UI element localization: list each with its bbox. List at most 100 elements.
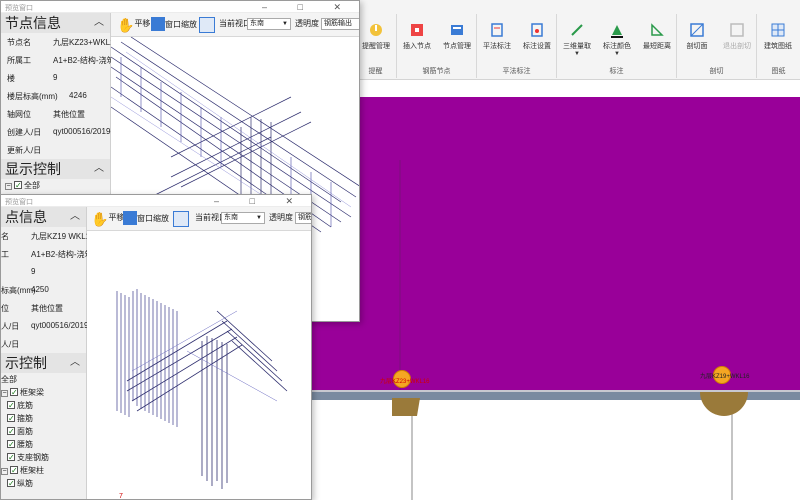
marking-color-button[interactable]: 标注颜色 ▼ (597, 22, 637, 57)
tree-item-top-rebar[interactable]: 面筋 (1, 425, 86, 438)
section-plane-icon (690, 23, 704, 37)
annotation-settings-icon (531, 23, 543, 37)
prop-row: 创建人/日 qyt000516/2019-05 (7, 127, 122, 137)
plan-annotation-button[interactable]: 平法标注 (477, 22, 517, 51)
pan-button[interactable]: ✋平移 (91, 211, 124, 228)
drawing-icon (771, 23, 785, 37)
node-info-header[interactable]: 点信息 ︿ (1, 207, 86, 227)
section-plane-button[interactable]: 剖切面 (677, 22, 717, 51)
window-1-toolbar: ✋平移 窗口缩放 当前视口 东南 ▼ 透明度 钢筋输出 (111, 13, 359, 37)
ribbon-group-reminder: 提醒管理 提醒 (355, 14, 397, 78)
zoom-extent-button[interactable] (173, 211, 189, 229)
insert-node-icon (411, 24, 423, 36)
view-select[interactable]: 东南 ▼ (221, 212, 265, 224)
rebar-output-button[interactable]: 钢筋输 (295, 212, 311, 224)
checkbox-icon (7, 438, 15, 451)
chevron-up-icon: ︿ (70, 211, 80, 222)
prop-row: 楼9 (7, 73, 58, 83)
window-zoom-button[interactable]: 窗口缩放 (123, 211, 169, 227)
prop-row: 工 A1+B2-结构-浇筑 (1, 250, 93, 259)
window-1-titlebar[interactable]: 预览窗口 – □ ✕ (1, 1, 359, 13)
tree-item-all[interactable]: 全部 (1, 373, 86, 386)
prop-row: 位其他位置 (1, 304, 63, 313)
tree-item-support-rebar[interactable]: 支座钢筋 (1, 451, 86, 464)
checkbox-icon (7, 425, 15, 438)
checkbox-icon (14, 179, 22, 192)
prop-row: 轴网位 其他位置 (7, 110, 85, 119)
prop-row: 人/日 qyt000516/2019-05 (1, 321, 100, 331)
node-info-header[interactable]: 节点信息 ︿ (1, 13, 110, 33)
prop-row: 人/日 (1, 340, 20, 349)
zoom-extent-button[interactable] (199, 17, 215, 35)
model-viewport[interactable]: 九层KZ23+WKL16 九层KZ19+WKL16 (300, 80, 800, 500)
tree-item-all[interactable]: −全部 (1, 179, 110, 192)
chevron-up-icon: ︿ (70, 357, 80, 368)
prop-row: 9 (31, 267, 36, 276)
architecture-drawing-button[interactable]: 建筑图纸 (758, 22, 798, 51)
zoom-window-icon (151, 17, 165, 31)
magnifier-icon (173, 211, 189, 227)
canvas-overlay (392, 160, 748, 500)
checkbox-icon (7, 412, 15, 425)
exit-section-button[interactable]: 退出剖切 (717, 22, 757, 51)
checkbox-icon (7, 451, 15, 464)
insert-node-button[interactable]: 插入节点 (397, 22, 437, 51)
rebar-output-button[interactable]: 钢筋输出 (321, 18, 359, 30)
measure-3d-icon (571, 24, 583, 36)
window-2-titlebar[interactable]: 预览窗口 – □ ✕ (1, 195, 311, 207)
plan-annotation-icon (491, 23, 503, 37)
display-control-header[interactable]: 示控制 ︿ (1, 353, 86, 373)
footing-2 (700, 392, 748, 416)
shortest-distance-button[interactable]: 最短距离 (637, 22, 677, 51)
tree-item-stirrup[interactable]: 箍筋 (1, 412, 86, 425)
checkbox-icon (10, 386, 18, 399)
window-zoom-button[interactable]: 窗口缩放 (151, 17, 197, 33)
ribbon-group-annotation: 平法标注 标注设置 平法标注 (477, 14, 557, 78)
tree-item-longitudinal-rebar[interactable]: 纵筋 (1, 477, 86, 490)
tree-item-frame-column[interactable]: −框架柱 (1, 464, 86, 477)
footing-1 (392, 398, 420, 416)
bell-icon (370, 24, 382, 36)
pan-button[interactable]: ✋平移 (117, 17, 150, 34)
prop-row: 更新人/日 (7, 146, 42, 155)
magnifier-icon (199, 17, 215, 33)
collapse-icon: − (1, 390, 8, 397)
window-2-sidebar: 点信息 ︿ 名九层KZ19 WKL16 工 A1+B2-结构-浇筑 9 标高(mm)… (1, 207, 100, 499)
window-2-toolbar: ✋平移 窗口缩放 当前视口 东南▼ 透明度 钢筋输 (87, 207, 311, 231)
color-picker-icon (611, 25, 623, 38)
node-manage-button[interactable]: 节点管理 (437, 22, 477, 51)
ribbon-group-drawing: 建筑图纸 图纸 (757, 14, 800, 78)
tree-item-frame-beam[interactable]: −框架梁 (1, 386, 86, 399)
prop-row: 标高(mm) 4250 (1, 285, 49, 295)
chevron-down-icon: ▼ (282, 21, 288, 27)
view-select[interactable]: 东南 ▼ (247, 18, 291, 30)
ribbon-group-marking: 三维量取 ▼ 标注颜色 ▼ 最短距离 标注 (557, 14, 677, 78)
prop-row: 所属工 A1+B2-结构-浇筑 (7, 56, 115, 65)
ribbon-toolbar: 提醒管理 提醒 插入节点 节点管理 钢筋节点 平法标注 标注设置 平法标注 三维… (355, 0, 800, 80)
checkbox-icon (7, 477, 15, 490)
window-1-controls[interactable]: – □ ✕ (262, 2, 355, 13)
tree-item-bottom-rebar[interactable]: 底筋 (1, 399, 86, 412)
chevron-down-icon: ▼ (256, 215, 262, 221)
chevron-up-icon: ︿ (94, 163, 104, 174)
chevron-up-icon: ︿ (94, 17, 104, 28)
ribbon-group-section: 剖切面 退出剖切 剖切 (677, 14, 757, 78)
ribbon-group-rebar-node: 插入节点 节点管理 钢筋节点 (397, 14, 477, 78)
hand-icon: ✋ (117, 17, 135, 33)
preview-window-2[interactable]: 预览窗口 – □ ✕ 点信息 ︿ 名九层KZ19 WKL16 工 A1+B2-结构-… (0, 194, 312, 500)
hand-icon: ✋ (91, 211, 109, 227)
prop-row: 名九层KZ19 WKL16 (1, 232, 95, 241)
exit-section-icon (730, 23, 744, 37)
prop-row: 楼层标高(mm) 4246 (7, 91, 87, 101)
collapse-icon: − (5, 183, 12, 190)
window-2-3d-view[interactable]: 7 (87, 231, 311, 499)
measure-3d-button[interactable]: 三维量取 ▼ (557, 22, 597, 57)
display-control-header[interactable]: 显示控制 ︿ (1, 159, 110, 179)
distance-icon (651, 23, 664, 36)
window-2-controls[interactable]: – □ ✕ (214, 196, 307, 207)
node-marker-2-label: 九层KZ19+WKL16 (700, 374, 750, 380)
annotation-settings-button[interactable]: 标注设置 (517, 22, 557, 51)
reminder-manage-button[interactable]: 提醒管理 (356, 22, 396, 51)
zoom-window-icon (123, 211, 137, 225)
tree-item-waist-rebar[interactable]: 腰筋 (1, 438, 86, 451)
